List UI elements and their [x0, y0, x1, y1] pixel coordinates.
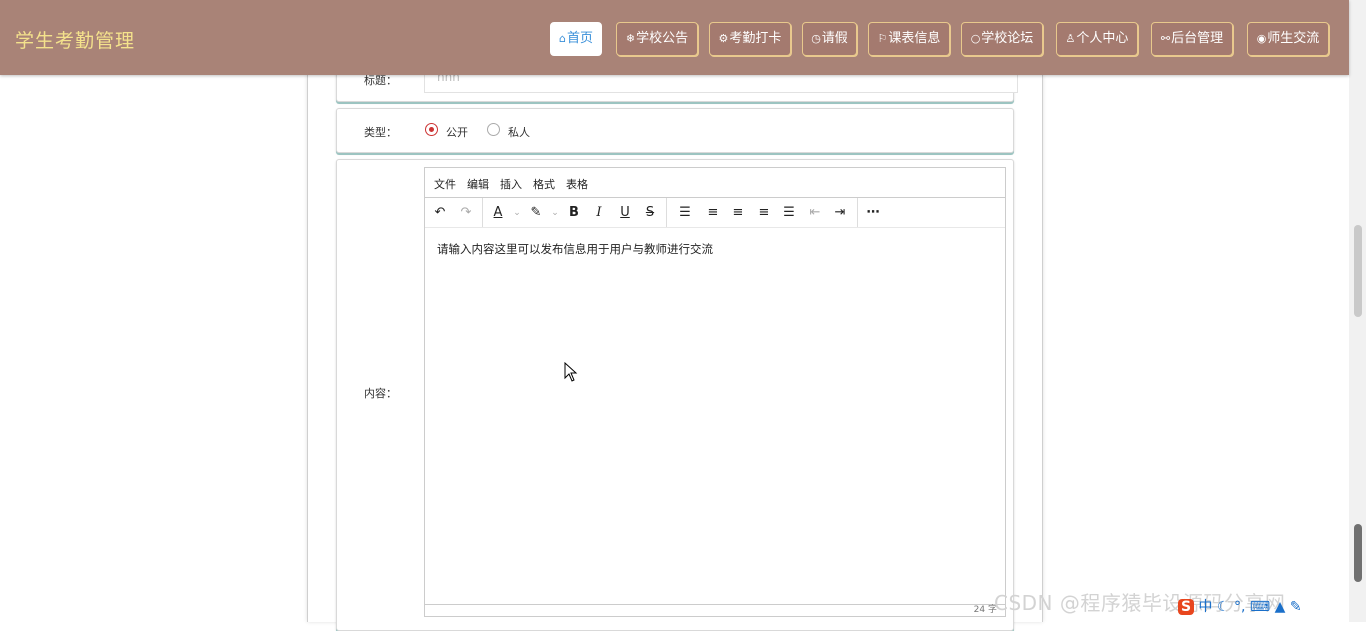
link-icon: ⚯: [1160, 32, 1171, 45]
sogou-s-icon[interactable]: S: [1178, 599, 1195, 615]
menu-edit[interactable]: 编辑: [467, 176, 489, 192]
gear-icon: ⚙: [718, 32, 729, 45]
rich-text-editor: 文件 编辑 插入 格式 表格 ↶ ↷ A ⌄ ✎ ⌄ B I U S ☰ ≡ ≡…: [424, 167, 1006, 617]
strikethrough-icon[interactable]: S: [641, 204, 659, 222]
outdent-icon[interactable]: ⇤: [806, 204, 824, 222]
chevron-down-icon[interactable]: ⌄: [546, 204, 564, 222]
bold-icon[interactable]: B: [565, 204, 583, 222]
indent-icon[interactable]: ⇥: [831, 204, 849, 222]
more-icon[interactable]: ⋯: [864, 204, 882, 222]
title-input[interactable]: hhh: [424, 71, 1018, 93]
scrollbar-thumb[interactable]: [1354, 225, 1362, 317]
type-label: 类型：: [364, 126, 397, 139]
compass-icon: ◉: [1256, 32, 1267, 45]
nav-exchange[interactable]: ◉师生交流: [1247, 22, 1329, 56]
chat-bubble-icon: ○: [970, 32, 981, 45]
align-left-icon[interactable]: ≡: [704, 204, 722, 222]
clock-icon: ◷: [811, 32, 821, 45]
nav-admin[interactable]: ⚯后台管理: [1151, 22, 1233, 56]
chevron-down-icon[interactable]: ⌄: [508, 204, 526, 222]
scrollbar-thumb-secondary[interactable]: [1354, 524, 1362, 582]
toolbar-divider: [482, 198, 483, 227]
moon-icon[interactable]: ☾: [1217, 599, 1230, 615]
align-center-icon[interactable]: ≡: [729, 204, 747, 222]
comma-icon[interactable]: °,: [1234, 599, 1245, 615]
editor-toolbar: ↶ ↷ A ⌄ ✎ ⌄ B I U S ☰ ≡ ≡ ≡ ☰ ⇤ ⇥ ⋯: [425, 198, 1005, 228]
nav-attendance[interactable]: ⚙考勤打卡: [709, 22, 791, 56]
editor-content[interactable]: 请输入内容这里可以发布信息用于用户与教师进行交流: [437, 241, 713, 257]
menu-file[interactable]: 文件: [434, 176, 456, 192]
content-label: 内容：: [364, 387, 397, 400]
home-icon: ⌂: [559, 32, 566, 45]
menu-format[interactable]: 格式: [533, 176, 555, 192]
radio-public[interactable]: [425, 123, 438, 136]
menu-insert[interactable]: 插入: [500, 176, 522, 192]
nav-forum[interactable]: ○学校论坛: [961, 22, 1043, 56]
nav-leave[interactable]: ◷请假: [802, 22, 857, 56]
radio-private[interactable]: [487, 123, 500, 136]
align-justify-icon[interactable]: ☰: [780, 204, 798, 222]
toolbar-divider: [666, 198, 667, 227]
nav-profile[interactable]: ♙个人中心: [1056, 22, 1138, 56]
line-height-icon[interactable]: ☰: [676, 204, 694, 222]
editor-statusbar: 24 字: [425, 604, 1005, 616]
nav-schedule[interactable]: ⚐课表信息: [868, 22, 950, 56]
italic-icon[interactable]: I: [590, 204, 608, 222]
menu-table[interactable]: 表格: [566, 176, 588, 192]
snowflake-icon: ❄: [625, 32, 636, 45]
undo-icon[interactable]: ↶: [431, 204, 449, 222]
align-right-icon[interactable]: ≡: [755, 204, 773, 222]
highlight-icon[interactable]: ✎: [527, 204, 545, 222]
toolbar-divider: [857, 198, 858, 227]
ime-chinese-label[interactable]: 中: [1199, 599, 1213, 615]
flag-icon: ⚐: [877, 32, 888, 45]
radio-private-label[interactable]: 私人: [508, 124, 530, 140]
app-title[interactable]: 学生考勤管理: [15, 26, 135, 53]
ime-tray: S 中 ☾ °, ⌨ ▲ ✎: [1178, 596, 1366, 622]
text-color-icon[interactable]: A: [489, 204, 507, 222]
nav-home[interactable]: ⌂首页: [550, 22, 602, 56]
wrench-icon[interactable]: ✎: [1290, 599, 1302, 615]
nav-school-notice[interactable]: ❄学校公告: [616, 22, 698, 56]
radio-public-label[interactable]: 公开: [446, 124, 468, 140]
mouse-cursor-icon: [564, 362, 578, 382]
user-icon: ♙: [1065, 32, 1076, 45]
keyboard-icon[interactable]: ⌨: [1250, 599, 1270, 615]
redo-icon[interactable]: ↷: [457, 204, 475, 222]
underline-icon[interactable]: U: [616, 204, 634, 222]
editor-menubar: 文件 编辑 插入 格式 表格: [425, 168, 1005, 198]
top-header: 学生考勤管理 ⌂首页 ❄学校公告 ⚙考勤打卡 ◷请假 ⚐课表信息 ○学校论坛 ♙…: [0, 0, 1349, 75]
shirt-icon[interactable]: ▲: [1275, 599, 1286, 615]
